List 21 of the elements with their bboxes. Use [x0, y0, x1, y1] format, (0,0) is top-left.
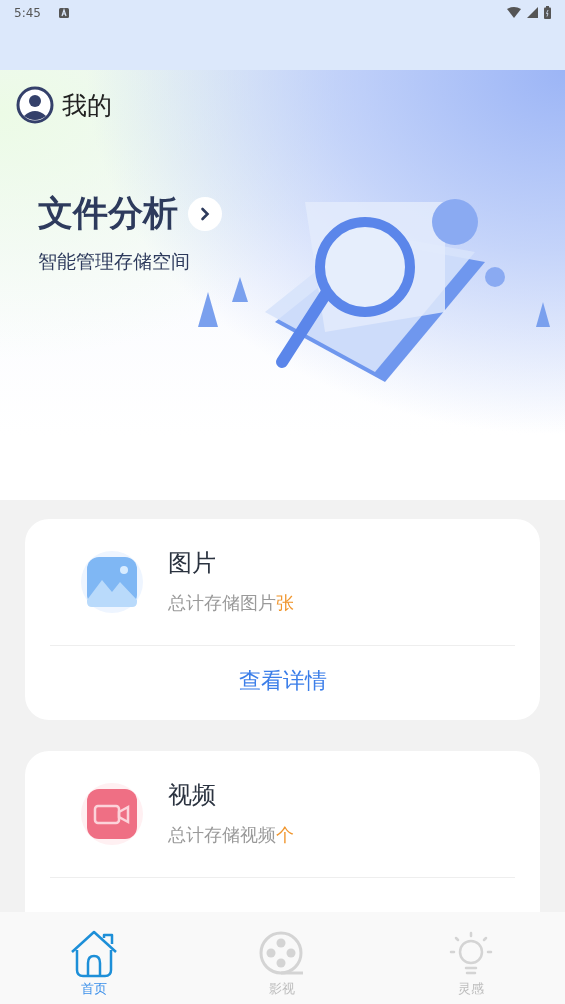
avatar-icon[interactable]	[16, 86, 54, 124]
storage-summary: 总计存储视频个	[168, 823, 294, 847]
video-camera-icon	[80, 782, 144, 846]
signal-icon	[527, 7, 538, 18]
nav-tab[interactable]: 灵感	[376, 912, 565, 1004]
image-icon	[80, 550, 144, 614]
chevron-right-icon[interactable]	[188, 196, 222, 231]
nav-tab[interactable]: 首页	[0, 912, 189, 1004]
view-details-link[interactable]: 查看详情	[238, 666, 327, 696]
battery-icon	[544, 6, 551, 19]
wifi-icon	[507, 7, 521, 18]
notification-icon	[58, 7, 69, 18]
storage-summary: 总计存储图片张	[168, 591, 294, 615]
hero-subtitle: 智能管理存储空间	[38, 249, 191, 274]
nav-tab[interactable]: 影视	[188, 912, 377, 1004]
category-title: 图片	[168, 548, 217, 579]
category-title: 视频	[168, 780, 217, 811]
status-time: 5:45	[14, 5, 41, 20]
home-icon	[70, 930, 119, 978]
hero-title: 文件分析	[38, 192, 178, 235]
profile-title[interactable]: 我的	[62, 88, 112, 122]
